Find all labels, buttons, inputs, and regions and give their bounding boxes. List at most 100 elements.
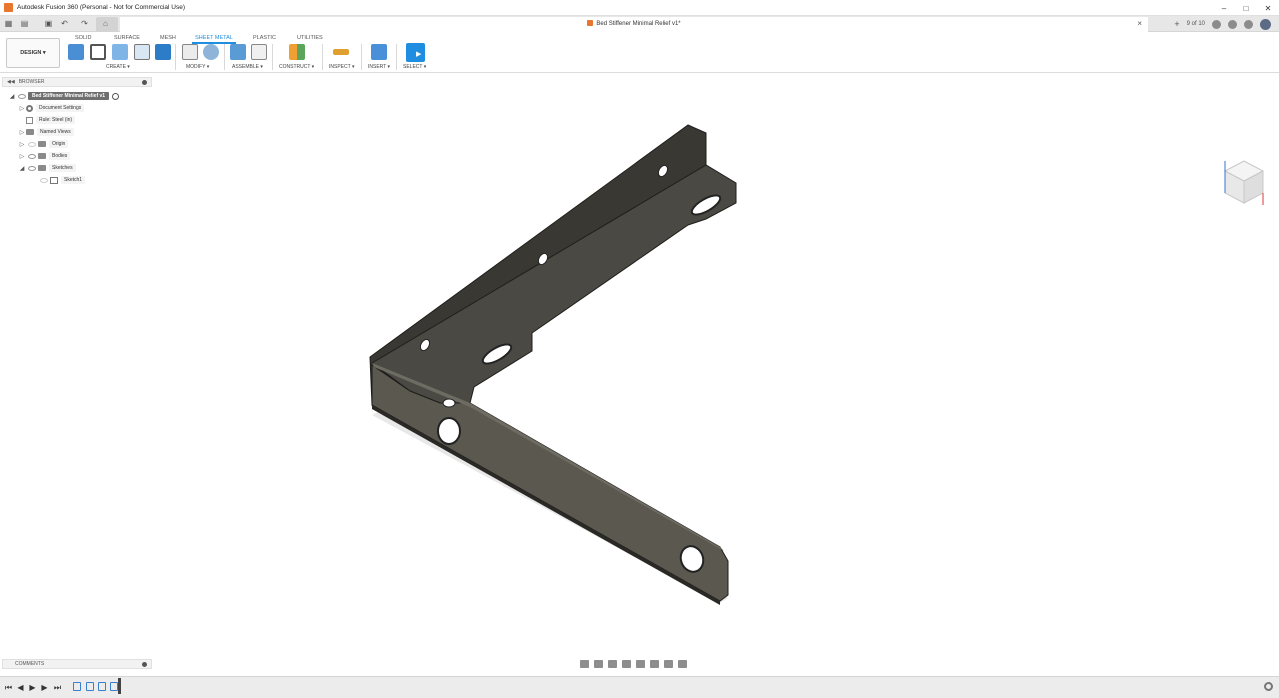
extensions-icon[interactable] — [1212, 19, 1221, 29]
construct-menu-label: CONSTRUCT — [279, 64, 311, 70]
notifications-icon[interactable] — [1228, 19, 1237, 29]
document-tab-title: Bed Stiffener Minimal Relief v1* — [120, 20, 1148, 27]
timeline-flange-feature[interactable] — [98, 682, 106, 691]
viewports-icon[interactable] — [678, 659, 687, 668]
window-title: Autodesk Fusion 360 (Personal - Not for … — [17, 4, 185, 11]
toolbar-separator — [272, 44, 273, 70]
maximize-button[interactable]: □ — [1235, 0, 1257, 16]
orbit-icon[interactable] — [580, 659, 589, 668]
tab-sheet-metal[interactable]: SHEET METAL — [192, 35, 236, 44]
new-component-assemble-icon[interactable] — [230, 44, 246, 60]
select-icon[interactable]: ▶ — [406, 43, 425, 62]
home-tab[interactable]: ⌂ — [96, 17, 118, 32]
new-component-icon[interactable] — [68, 44, 84, 60]
toolbar-separator — [396, 44, 397, 70]
relief-hole — [442, 398, 456, 408]
tab-solid[interactable]: SOLID — [75, 35, 92, 41]
file-menu-icon[interactable]: ▤ — [20, 19, 29, 28]
tab-mesh[interactable]: MESH — [160, 35, 176, 41]
view-cube[interactable] — [1223, 159, 1265, 211]
arm-hole — [437, 417, 461, 445]
comments-panel[interactable]: COMMENTS — [2, 659, 152, 669]
help-icon[interactable] — [1244, 19, 1253, 29]
navigation-bar — [580, 658, 687, 669]
close-tab-icon[interactable]: × — [1137, 19, 1142, 28]
press-pull-icon[interactable] — [182, 44, 198, 60]
tabbar-right: + 9 of 10 — [1174, 16, 1279, 32]
job-status[interactable]: 9 of 10 — [1187, 21, 1205, 27]
title-bar: Autodesk Fusion 360 (Personal - Not for … — [0, 0, 1279, 16]
display-settings-icon[interactable] — [650, 659, 659, 668]
minimize-button[interactable]: – — [1213, 0, 1235, 16]
tab-utilities[interactable]: UTILITIES — [297, 35, 323, 41]
tab-surface[interactable]: SURFACE — [114, 35, 140, 41]
timeline: ⏮ ◀ ▶ ▶ ⏭ — [0, 676, 1279, 698]
toolbar-separator — [322, 44, 323, 70]
assemble-menu-label: ASSEMBLE — [232, 64, 259, 70]
workspace-switcher[interactable]: DESIGN ▾ — [6, 38, 60, 68]
user-avatar[interactable] — [1260, 18, 1271, 30]
joint-icon[interactable] — [251, 44, 267, 60]
timeline-flange-feature[interactable] — [86, 682, 94, 691]
tab-plastic[interactable]: PLASTIC — [253, 35, 276, 41]
undo-icon[interactable]: ↶ — [60, 19, 69, 28]
go-to-end-icon[interactable]: ⏭ — [53, 683, 62, 693]
create-menu[interactable]: CREATE ▾ — [106, 64, 130, 70]
home-icon: ⌂ — [103, 19, 108, 28]
close-window-button[interactable]: ✕ — [1257, 0, 1279, 16]
create-menu-label: CREATE — [106, 64, 126, 70]
sheet-metal-bracket[interactable] — [0, 73, 1279, 658]
timeline-flange-feature[interactable] — [110, 682, 118, 691]
timeline-settings-icon[interactable] — [1264, 682, 1273, 691]
top-flange — [371, 164, 737, 404]
pin-comments-icon[interactable] — [142, 662, 147, 667]
zoom-icon[interactable] — [622, 659, 631, 668]
flange-icon[interactable] — [112, 44, 128, 60]
inspect-menu[interactable]: INSPECT ▾ — [329, 64, 355, 70]
timeline-sketch-feature[interactable] — [73, 682, 81, 691]
toolbar-separator — [175, 44, 176, 70]
fit-icon[interactable] — [636, 659, 645, 668]
design-cube-icon — [587, 20, 594, 26]
step-forward-icon[interactable]: ▶ — [40, 683, 49, 692]
measure-icon[interactable] — [333, 49, 349, 55]
step-back-icon[interactable]: ◀ — [16, 683, 25, 692]
select-menu[interactable]: SELECT ▾ — [403, 64, 426, 70]
look-at-icon[interactable] — [594, 659, 603, 668]
design-viewport[interactable] — [0, 73, 1279, 658]
play-icon[interactable]: ▶ — [28, 683, 37, 692]
toolbar-separator — [361, 44, 362, 70]
create-sketch-icon[interactable] — [90, 44, 106, 60]
redo-icon[interactable]: ↷ — [80, 19, 89, 28]
offset-plane-icon[interactable] — [289, 44, 305, 60]
inspect-menu-label: INSPECT — [329, 64, 351, 70]
save-icon[interactable]: ▣ — [44, 19, 53, 28]
window-controls: – □ ✕ — [1213, 0, 1279, 16]
pan-icon[interactable] — [608, 659, 617, 668]
unfold-icon[interactable] — [134, 44, 150, 60]
cursor-icon: ▶ — [416, 51, 422, 58]
insert-menu[interactable]: INSERT ▾ — [368, 64, 390, 70]
select-menu-label: SELECT — [403, 64, 423, 70]
document-tab[interactable]: Bed Stiffener Minimal Relief v1* × — [120, 17, 1148, 32]
comments-label: COMMENTS — [15, 661, 45, 667]
construct-menu[interactable]: CONSTRUCT ▾ — [279, 64, 314, 70]
modify-menu[interactable]: MODIFY ▾ — [186, 64, 209, 70]
document-title-text: Bed Stiffener Minimal Relief v1* — [596, 21, 681, 27]
bottom-edge — [372, 405, 720, 605]
fillet-icon[interactable] — [203, 44, 219, 60]
fusion-app-icon — [4, 3, 13, 12]
insert-menu-label: INSERT — [368, 64, 387, 70]
grid-menu-icon[interactable]: ▦ — [4, 19, 13, 28]
go-to-start-icon[interactable]: ⏮ — [4, 683, 13, 693]
assemble-menu[interactable]: ASSEMBLE ▾ — [232, 64, 263, 70]
document-tab-bar: ▦ ▤ ▣ ↶ ↷ ⌂ Bed Stiffener Minimal Relief… — [0, 16, 1279, 32]
modify-menu-label: MODIFY — [186, 64, 206, 70]
workspace-label: DESIGN — [20, 50, 42, 56]
new-tab-icon[interactable]: + — [1174, 19, 1179, 29]
extrude-icon[interactable] — [155, 44, 171, 60]
ribbon-toolbar: DESIGN ▾ SOLID SURFACE MESH SHEET METAL … — [0, 32, 1279, 73]
grid-settings-icon[interactable] — [664, 659, 673, 668]
insert-image-icon[interactable] — [371, 44, 387, 60]
timeline-marker[interactable] — [118, 678, 121, 694]
